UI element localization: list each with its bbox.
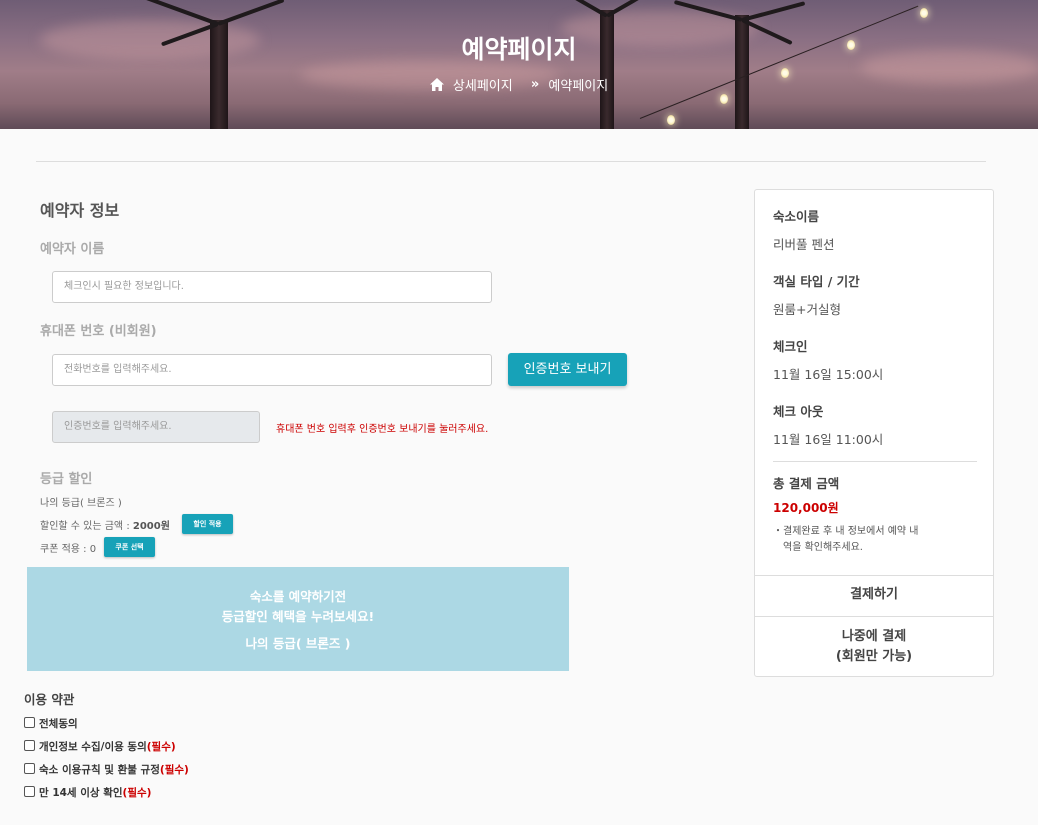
name-label: 예약자 이름 bbox=[40, 242, 105, 257]
breadcrumb-item-reservation: 예약페이지 bbox=[548, 79, 609, 94]
my-grade-text: 나의 등급( 브론즈 ) bbox=[40, 498, 122, 509]
term-label: 숙소 이용규칙 및 환불 규정 bbox=[39, 764, 160, 776]
promo-line-1: 숙소를 예약하기전 bbox=[249, 589, 347, 604]
term-label: 전체동의 bbox=[39, 718, 78, 730]
breadcrumb: 상세페이지 » 예약페이지 bbox=[0, 75, 1038, 94]
term-label: 만 14세 이상 확인 bbox=[39, 787, 123, 799]
breadcrumb-item-detail[interactable]: 상세페이지 bbox=[453, 75, 513, 94]
pay-later-label: 나중에 결제 bbox=[841, 629, 907, 644]
grade-promo-banner: 숙소를 예약하기전 등급할인 혜택을 누려보세요! 나의 등급( 브론즈 ) bbox=[27, 567, 569, 671]
required-tag: (필수) bbox=[122, 787, 152, 799]
reservation-summary-card: 숙소이름 리버풀 펜션 객실 타입 / 기간 원룸+거실형 체크인 11월 16… bbox=[754, 189, 994, 677]
promo-line-2: 등급할인 혜택을 누려보세요! bbox=[221, 609, 375, 624]
checkbox[interactable] bbox=[24, 786, 35, 797]
payment-note-line-1: ・결제완료 후 내 정보에서 예약 내 bbox=[773, 526, 919, 537]
terms-heading: 이용 약관 bbox=[24, 692, 75, 707]
divider bbox=[755, 616, 993, 617]
verification-code-input[interactable]: 인증번호를 입력해주세요. bbox=[52, 411, 260, 443]
divider bbox=[36, 161, 986, 162]
term-privacy[interactable]: 개인정보 수집/이용 동의(필수) bbox=[24, 739, 176, 753]
apply-discount-button[interactable]: 할인 적용 bbox=[182, 514, 233, 534]
room-type-label: 객실 타입 / 기간 bbox=[773, 274, 860, 289]
phone-input[interactable]: 전화번호를 입력해주세요. bbox=[52, 354, 492, 386]
checkbox[interactable] bbox=[24, 740, 35, 751]
pay-later-button[interactable]: 나중에 결제 (회원만 가능) bbox=[755, 627, 993, 667]
term-age-check[interactable]: 만 14세 이상 확인(필수) bbox=[24, 785, 151, 799]
room-type-value: 원룸+거실형 bbox=[773, 302, 841, 317]
reserver-info-heading: 예약자 정보 bbox=[40, 201, 120, 220]
home-icon[interactable] bbox=[429, 78, 444, 91]
divider bbox=[773, 461, 977, 462]
checkin-label: 체크인 bbox=[773, 339, 808, 354]
checkin-value: 11월 16일 15:00시 bbox=[773, 367, 884, 382]
phone-label: 휴대폰 번호 (비회원) bbox=[40, 324, 157, 339]
send-code-button[interactable]: 인증번호 보내기 bbox=[508, 353, 627, 386]
double-chevron-right-icon: » bbox=[530, 77, 540, 92]
total-amount-label: 총 결제 금액 bbox=[773, 476, 840, 491]
checkbox[interactable] bbox=[24, 717, 35, 728]
discount-amount-value: 2000원 bbox=[132, 521, 170, 532]
name-input[interactable]: 체크인시 필요한 정보입니다. bbox=[52, 271, 492, 303]
coupon-text: 쿠폰 적용 : 0 bbox=[40, 544, 97, 555]
term-refund-policy[interactable]: 숙소 이용규칙 및 환불 규정(필수) bbox=[24, 762, 189, 776]
discount-amount-label: 할인할 수 있는 금액 : bbox=[40, 521, 133, 532]
stay-name-value: 리버풀 펜션 bbox=[773, 237, 835, 252]
pay-later-sublabel: (회원만 가능) bbox=[835, 649, 913, 664]
grade-discount-heading: 등급 할인 bbox=[40, 472, 93, 487]
page-title: 예약페이지 bbox=[461, 35, 577, 64]
total-amount-value: 120,000원 bbox=[773, 501, 839, 515]
required-tag: (필수) bbox=[146, 741, 176, 753]
checkbox[interactable] bbox=[24, 763, 35, 774]
verification-hint: 휴대폰 번호 입력후 인증번호 보내기를 눌러주세요. bbox=[276, 424, 489, 435]
required-tag: (필수) bbox=[159, 764, 189, 776]
term-agree-all[interactable]: 전체동의 bbox=[24, 716, 78, 730]
stay-name-label: 숙소이름 bbox=[773, 209, 820, 224]
payment-note: ・결제완료 후 내 정보에서 예약 내역을 확인해주세요. bbox=[773, 524, 973, 556]
select-coupon-button[interactable]: 쿠폰 선택 bbox=[104, 537, 155, 557]
checkout-label: 체크 아웃 bbox=[773, 404, 824, 419]
term-label: 개인정보 수집/이용 동의 bbox=[39, 741, 147, 753]
pay-button[interactable]: 결제하기 bbox=[755, 576, 993, 616]
checkout-value: 11월 16일 11:00시 bbox=[773, 432, 884, 447]
promo-line-3: 나의 등급( 브론즈 ) bbox=[245, 636, 351, 651]
hero-banner: 예약페이지 상세페이지 » 예약페이지 bbox=[0, 0, 1038, 129]
payment-note-line-2: 역을 확인해주세요. bbox=[783, 542, 863, 553]
discount-amount-text: 할인할 수 있는 금액 : 2000원 bbox=[40, 517, 170, 532]
